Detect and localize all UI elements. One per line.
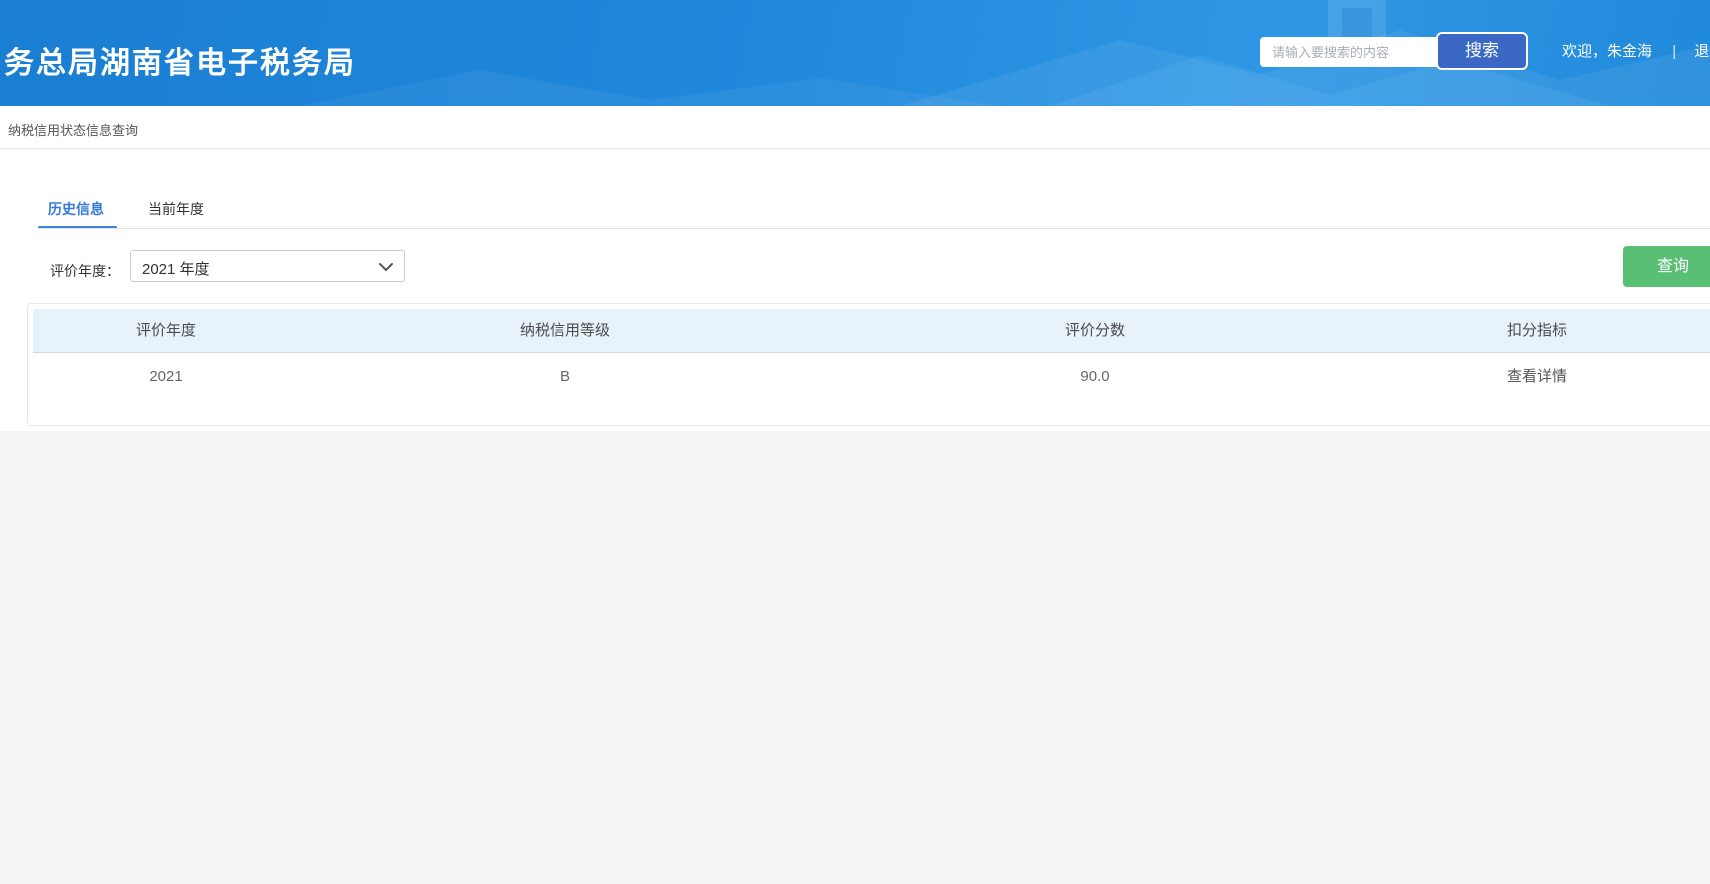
tab-current-year[interactable]: 当前年度 (148, 199, 204, 219)
search-button[interactable]: 搜索 (1436, 32, 1528, 70)
query-button[interactable]: 查询 (1623, 246, 1710, 287)
table-header-row: 评价年度 纳税信用等级 评价分数 扣分指标 (33, 309, 1710, 353)
results-table-card: 评价年度 纳税信用等级 评价分数 扣分指标 2021 B 90.0 查看详情 (27, 303, 1710, 426)
selected-year-value: 2021 年度 (142, 258, 210, 279)
logout-link[interactable]: 退出 (1694, 40, 1710, 61)
search-input[interactable] (1260, 37, 1438, 67)
divider: | (1672, 43, 1676, 60)
column-header-credit-level: 纳税信用等级 (299, 309, 831, 352)
column-header-score: 评价分数 (831, 309, 1359, 352)
column-header-year: 评价年度 (33, 309, 299, 352)
cell-score: 90.0 (831, 353, 1359, 401)
app-header: 务总局湖南省电子税务局 搜索 欢迎，朱金海 | 退出 (0, 0, 1710, 106)
view-details-link[interactable]: 查看详情 (1507, 368, 1567, 385)
breadcrumb-bar: 纳税信用状态信息查询 (0, 106, 1710, 149)
evaluation-year-select[interactable]: 2021 年度 (130, 250, 405, 282)
cell-deduction: 查看详情 (1359, 353, 1710, 401)
chevron-down-icon (379, 262, 393, 272)
welcome-text: 欢迎，朱金海 (1562, 40, 1652, 61)
user-area: 欢迎，朱金海 | 退出 (1562, 40, 1710, 60)
table-row: 2021 B 90.0 查看详情 (33, 353, 1710, 401)
tab-history-info[interactable]: 历史信息 (48, 199, 104, 219)
cell-credit-level: B (299, 353, 831, 401)
breadcrumb: 纳税信用状态信息查询 (8, 120, 138, 139)
evaluation-year-label: 评价年度： (50, 261, 120, 281)
tab-bottom-border (38, 228, 1710, 229)
cell-year: 2021 (33, 353, 299, 401)
site-title: 务总局湖南省电子税务局 (4, 38, 356, 82)
main-panel: 历史信息 当前年度 评价年度： 2021 年度 查询 评价年度 纳税信用等级 评… (0, 150, 1710, 431)
column-header-deduction: 扣分指标 (1359, 309, 1710, 352)
